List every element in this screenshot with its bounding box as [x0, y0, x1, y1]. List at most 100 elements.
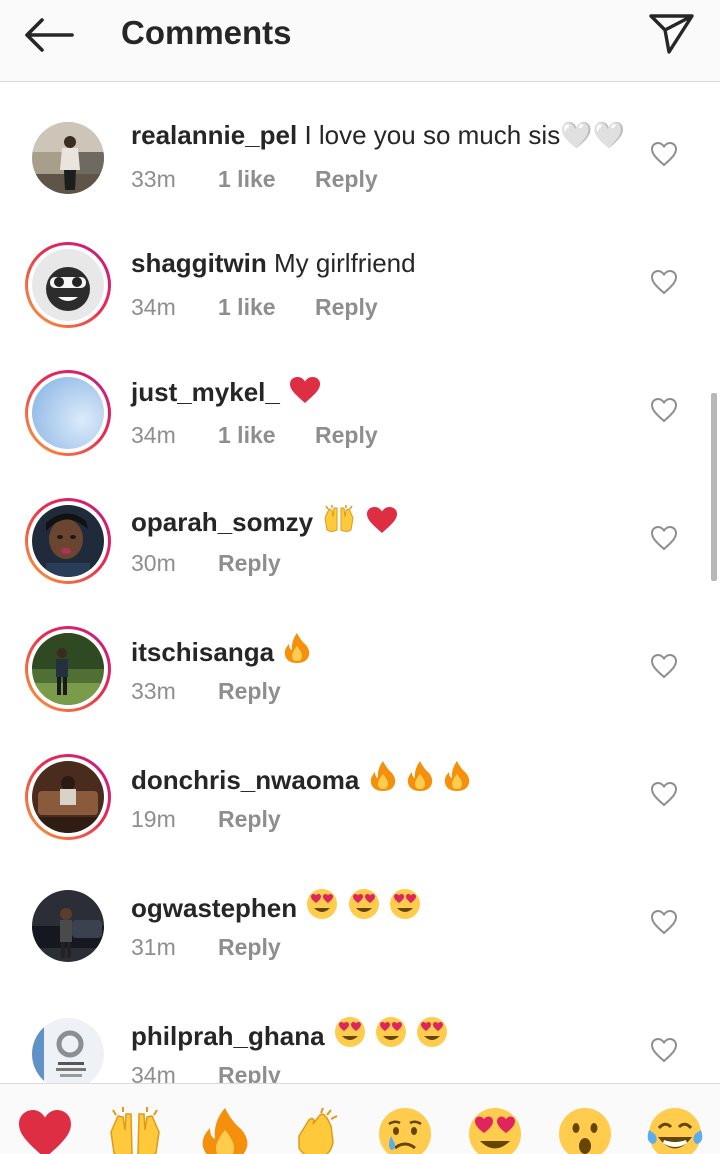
clapping-hands-icon[interactable] [287, 1106, 343, 1154]
comment-item: just_mykel_ 34m 1 like Reply [0, 339, 720, 467]
crying-face-icon[interactable] [377, 1106, 433, 1154]
heart-outline-icon[interactable] [650, 525, 678, 551]
comment-item: philprah_ghana 34m Reply [0, 979, 720, 1083]
profile-photo [32, 377, 104, 449]
comment-username[interactable]: donchris_nwaoma [131, 765, 359, 795]
avatar[interactable] [25, 626, 111, 712]
reply-button[interactable]: Reply [315, 166, 378, 193]
avatar[interactable] [25, 242, 111, 328]
profile-photo [32, 633, 104, 705]
heart-eyes-icon [348, 889, 379, 919]
comment-meta: 31m Reply [131, 934, 281, 961]
reply-button[interactable]: Reply [218, 550, 281, 577]
comment-item: oparah_somzy 30m Reply [0, 467, 720, 595]
heart-eyes-icon [307, 889, 338, 919]
reply-button[interactable]: Reply [315, 422, 378, 449]
scrollbar-thumb[interactable] [711, 393, 717, 581]
comment-username[interactable]: philprah_ghana [131, 1021, 325, 1051]
comment-username[interactable]: itschisanga [131, 637, 274, 667]
profile-photo [32, 249, 104, 321]
page-title: Comments [121, 14, 292, 51]
comment-time: 30m [131, 550, 176, 576]
heart-outline-icon[interactable] [650, 781, 678, 807]
comment-item: ogwastephen 31m Reply [0, 851, 720, 979]
fire-icon [444, 761, 470, 791]
laughing-tears-icon[interactable] [647, 1106, 703, 1154]
profile-photo [32, 122, 104, 194]
avatar[interactable] [32, 890, 104, 962]
comment-time: 19m [131, 806, 176, 832]
avatar[interactable] [32, 1018, 104, 1083]
comment-text: itschisanga [131, 632, 311, 668]
comment-meta: 33m Reply [131, 678, 281, 705]
red-heart-icon [290, 377, 321, 403]
comment-item: shaggitwin My girlfriend 34m 1 like Reply [0, 211, 720, 339]
avatar[interactable] [25, 498, 111, 584]
comment-meta: 19m Reply [131, 806, 281, 833]
comment-meta: 34m Reply [131, 1062, 281, 1083]
comment-username[interactable]: just_mykel_ [131, 377, 280, 407]
comment-username[interactable]: oparah_somzy [131, 507, 313, 537]
comment-meta: 30m Reply [131, 550, 281, 577]
avatar[interactable] [25, 754, 111, 840]
heart-outline-icon[interactable] [650, 141, 678, 167]
reply-button[interactable]: Reply [218, 678, 281, 705]
raising-hands-icon [324, 505, 354, 532]
comment-time: 33m [131, 166, 176, 192]
red-heart-icon[interactable] [17, 1106, 73, 1154]
arrow-left-icon [25, 18, 74, 52]
surprised-face-icon[interactable] [557, 1106, 613, 1154]
comment-time: 31m [131, 934, 176, 960]
profile-photo [32, 890, 104, 962]
heart-outline-icon[interactable] [650, 1037, 678, 1063]
heart-eyes-icon [417, 1017, 448, 1047]
profile-photo [32, 505, 104, 577]
comment-time: 34m [131, 1062, 176, 1083]
reply-button[interactable]: Reply [315, 294, 378, 321]
comment-username[interactable]: shaggitwin [131, 248, 267, 278]
comment-meta: 34m 1 like Reply [131, 294, 378, 321]
comment-text: shaggitwin My girlfriend [131, 248, 416, 279]
comment-time: 34m [131, 294, 176, 320]
share-button[interactable] [644, 8, 698, 58]
heart-outline-icon[interactable] [650, 909, 678, 935]
heart-eyes-icon [389, 889, 420, 919]
reply-button[interactable]: Reply [218, 806, 281, 833]
comment-item: realannie_pel I love you so much sis🤍🤍 3… [0, 83, 720, 211]
comment-likes-count[interactable]: 1 like [218, 294, 315, 321]
reply-button[interactable]: Reply [218, 934, 281, 961]
heart-eyes-icon[interactable] [467, 1106, 523, 1154]
avatar[interactable] [32, 122, 104, 194]
comment-text: ogwastephen [131, 888, 421, 924]
fire-icon [285, 633, 310, 663]
comment-item: donchris_nwaoma 19m Reply [0, 723, 720, 851]
comment-text: just_mykel_ [131, 376, 321, 408]
comment-time: 33m [131, 678, 176, 704]
comment-likes-count[interactable]: 1 like [218, 422, 315, 449]
top-bar: Comments [0, 0, 720, 82]
comment-list[interactable]: realannie_pel I love you so much sis🤍🤍 3… [0, 83, 720, 1083]
back-button[interactable] [18, 12, 78, 58]
profile-photo [32, 1018, 104, 1083]
heart-eyes-icon [376, 1017, 407, 1047]
comment-likes-count[interactable]: 1 like [218, 166, 315, 193]
paper-plane-icon [649, 14, 694, 54]
red-heart-icon [366, 507, 397, 533]
heart-outline-icon[interactable] [650, 269, 678, 295]
heart-outline-icon[interactable] [650, 653, 678, 679]
comment-body: My girlfriend [274, 248, 416, 278]
comment-body: I love you so much sis🤍🤍 [304, 120, 625, 150]
comment-text: oparah_somzy [131, 504, 398, 538]
fire-icon [370, 761, 395, 791]
comment-username[interactable]: realannie_pel [131, 120, 297, 150]
raising-hands-icon[interactable] [107, 1106, 163, 1154]
fire-icon[interactable] [197, 1106, 253, 1154]
comment-username[interactable]: ogwastephen [131, 893, 297, 923]
heart-outline-icon[interactable] [650, 397, 678, 423]
avatar[interactable] [25, 370, 111, 456]
comment-item: itschisanga 33m Reply [0, 595, 720, 723]
comment-time: 34m [131, 422, 176, 448]
reply-button[interactable]: Reply [218, 1062, 281, 1083]
heart-eyes-icon [334, 1017, 365, 1047]
comment-meta: 34m 1 like Reply [131, 422, 378, 449]
